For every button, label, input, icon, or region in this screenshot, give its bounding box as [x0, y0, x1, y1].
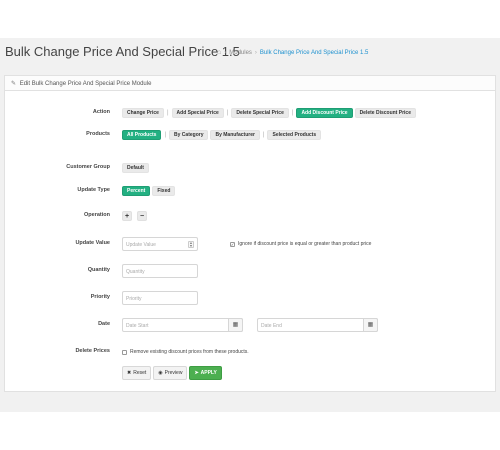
- action-delete-special-price-button[interactable]: Delete Special Price: [231, 108, 289, 118]
- home-icon[interactable]: ⌂: [217, 49, 221, 56]
- action-change-price-button[interactable]: Change Price: [122, 108, 164, 118]
- update-type-percent-button[interactable]: Percent: [122, 186, 151, 196]
- reset-button[interactable]: ✖ Reset: [122, 366, 152, 380]
- pencil-icon: ✎: [11, 81, 17, 87]
- products-all-button[interactable]: All Products: [122, 130, 162, 140]
- calendar-icon[interactable]: ▦: [228, 318, 243, 332]
- update-type-row: Update Type Percent Fixed: [5, 184, 495, 198]
- action-label: Action: [92, 109, 110, 115]
- breadcrumb-modules[interactable]: Modules: [229, 50, 252, 56]
- reset-button-label: Reset: [133, 370, 147, 376]
- update-type-options: Percent Fixed: [122, 184, 176, 198]
- divider: |: [226, 110, 229, 116]
- update-value-input[interactable]: Update Value ▲ ▼: [122, 237, 198, 251]
- products-row: Products All Products | By Category By M…: [5, 128, 495, 142]
- quantity-label: Quantity: [87, 267, 110, 273]
- quantity-placeholder: Quantity: [126, 269, 145, 275]
- date-end-input[interactable]: Date End ▦: [257, 318, 378, 332]
- operation-minus-button[interactable]: −: [137, 211, 147, 221]
- products-label: Products: [86, 131, 110, 137]
- panel-heading-text: Edit Bulk Change Price And Special Price…: [19, 81, 152, 87]
- action-row: Action Change Price | Add Special Price …: [5, 106, 495, 120]
- preview-button-label: Preview: [164, 370, 183, 376]
- apply-button[interactable]: ➤ APPLY: [189, 366, 222, 380]
- edit-panel: ✎ Edit Bulk Change Price And Special Pri…: [4, 75, 496, 392]
- action-buttons: ✖ Reset ◉ Preview ➤ APPLY: [122, 366, 222, 380]
- update-value-controls: Update Value ▲ ▼ ✓ Ignore if discount pri…: [122, 237, 371, 251]
- action-delete-discount-price-button[interactable]: Delete Discount Price: [354, 108, 416, 118]
- breadcrumb-current[interactable]: Bulk Change Price And Special Price 1.5: [260, 50, 368, 56]
- products-by-manufacturer-button[interactable]: By Manufacturer: [210, 130, 260, 140]
- date-end-placeholder: Date End: [261, 323, 282, 329]
- send-icon: ➤: [194, 370, 199, 376]
- delete-prices-label: Delete Prices: [75, 348, 110, 354]
- action-options: Change Price | Add Special Price | Delet…: [122, 106, 416, 120]
- quantity-controls: Quantity: [122, 264, 198, 278]
- priority-label: Priority: [90, 294, 110, 300]
- date-start-input[interactable]: Date Start ▦: [122, 318, 243, 332]
- divider: |: [291, 110, 294, 116]
- action-add-discount-price-button[interactable]: Add Discount Price: [296, 108, 353, 118]
- action-add-special-price-button[interactable]: Add Special Price: [171, 108, 224, 118]
- date-controls: Date Start ▦ Date End ▦: [122, 318, 378, 332]
- products-by-category-button[interactable]: By Category: [169, 130, 209, 140]
- priority-controls: Priority: [122, 291, 198, 305]
- date-start-placeholder: Date Start: [126, 323, 149, 329]
- delete-prices-controls: Remove existing discount prices from the…: [122, 345, 249, 359]
- date-label: Date: [98, 321, 110, 327]
- customer-group-label: Customer Group: [66, 164, 110, 170]
- update-value-label: Update Value: [75, 240, 110, 246]
- close-icon: ✖: [127, 370, 132, 376]
- apply-button-label: APPLY: [200, 370, 217, 376]
- ignore-checkbox-label: Ignore if discount price is equal or gre…: [238, 241, 372, 247]
- update-type-fixed-button[interactable]: Fixed: [152, 186, 176, 196]
- spinner-icon[interactable]: ▲ ▼: [188, 241, 194, 248]
- date-row: Date Date Start ▦ Date End ▦: [5, 318, 495, 332]
- customer-group-row: Customer Group Default: [5, 161, 495, 175]
- delete-prices-checkbox[interactable]: [122, 349, 127, 355]
- divider: |: [166, 110, 169, 116]
- calendar-icon[interactable]: ▦: [363, 318, 378, 332]
- operation-plus-button[interactable]: +: [122, 211, 132, 221]
- update-value-row: Update Value Update Value ▲ ▼ ✓ Ignore if…: [5, 237, 495, 251]
- products-options: All Products | By Category By Manufactur…: [122, 128, 322, 142]
- preview-button[interactable]: ◉ Preview: [153, 366, 188, 380]
- divider: |: [262, 132, 265, 138]
- priority-row: Priority Priority: [5, 291, 495, 305]
- update-value-placeholder: Update Value: [126, 242, 156, 248]
- panel-heading: ✎ Edit Bulk Change Price And Special Pri…: [5, 76, 495, 91]
- update-type-label: Update Type: [77, 187, 110, 193]
- breadcrumb: ⌂ › Modules › Bulk Change Price And Spec…: [217, 49, 368, 56]
- breadcrumb-separator: ›: [254, 49, 257, 56]
- ignore-checkbox[interactable]: ✓: [230, 241, 235, 247]
- operation-label: Operation: [84, 212, 110, 218]
- eye-icon: ◉: [158, 370, 163, 376]
- delete-prices-text: Remove existing discount prices from the…: [130, 349, 249, 355]
- breadcrumb-separator: ›: [224, 49, 227, 56]
- page-title: Bulk Change Price And Special Price 1.5: [5, 44, 240, 59]
- quantity-input[interactable]: Quantity: [122, 264, 198, 278]
- products-selected-button[interactable]: Selected Products: [267, 130, 322, 140]
- divider: |: [164, 132, 167, 138]
- priority-placeholder: Priority: [126, 296, 142, 302]
- actions-row: ✖ Reset ◉ Preview ➤ APPLY: [5, 366, 495, 380]
- delete-prices-row: Delete Prices Remove existing discount p…: [5, 345, 495, 359]
- operation-row: Operation + −: [5, 209, 495, 223]
- quantity-row: Quantity Quantity: [5, 264, 495, 278]
- customer-group-default-button[interactable]: Default: [122, 163, 149, 173]
- operation-options: + −: [122, 209, 147, 223]
- priority-input[interactable]: Priority: [122, 291, 198, 305]
- customer-group-options: Default: [122, 161, 149, 175]
